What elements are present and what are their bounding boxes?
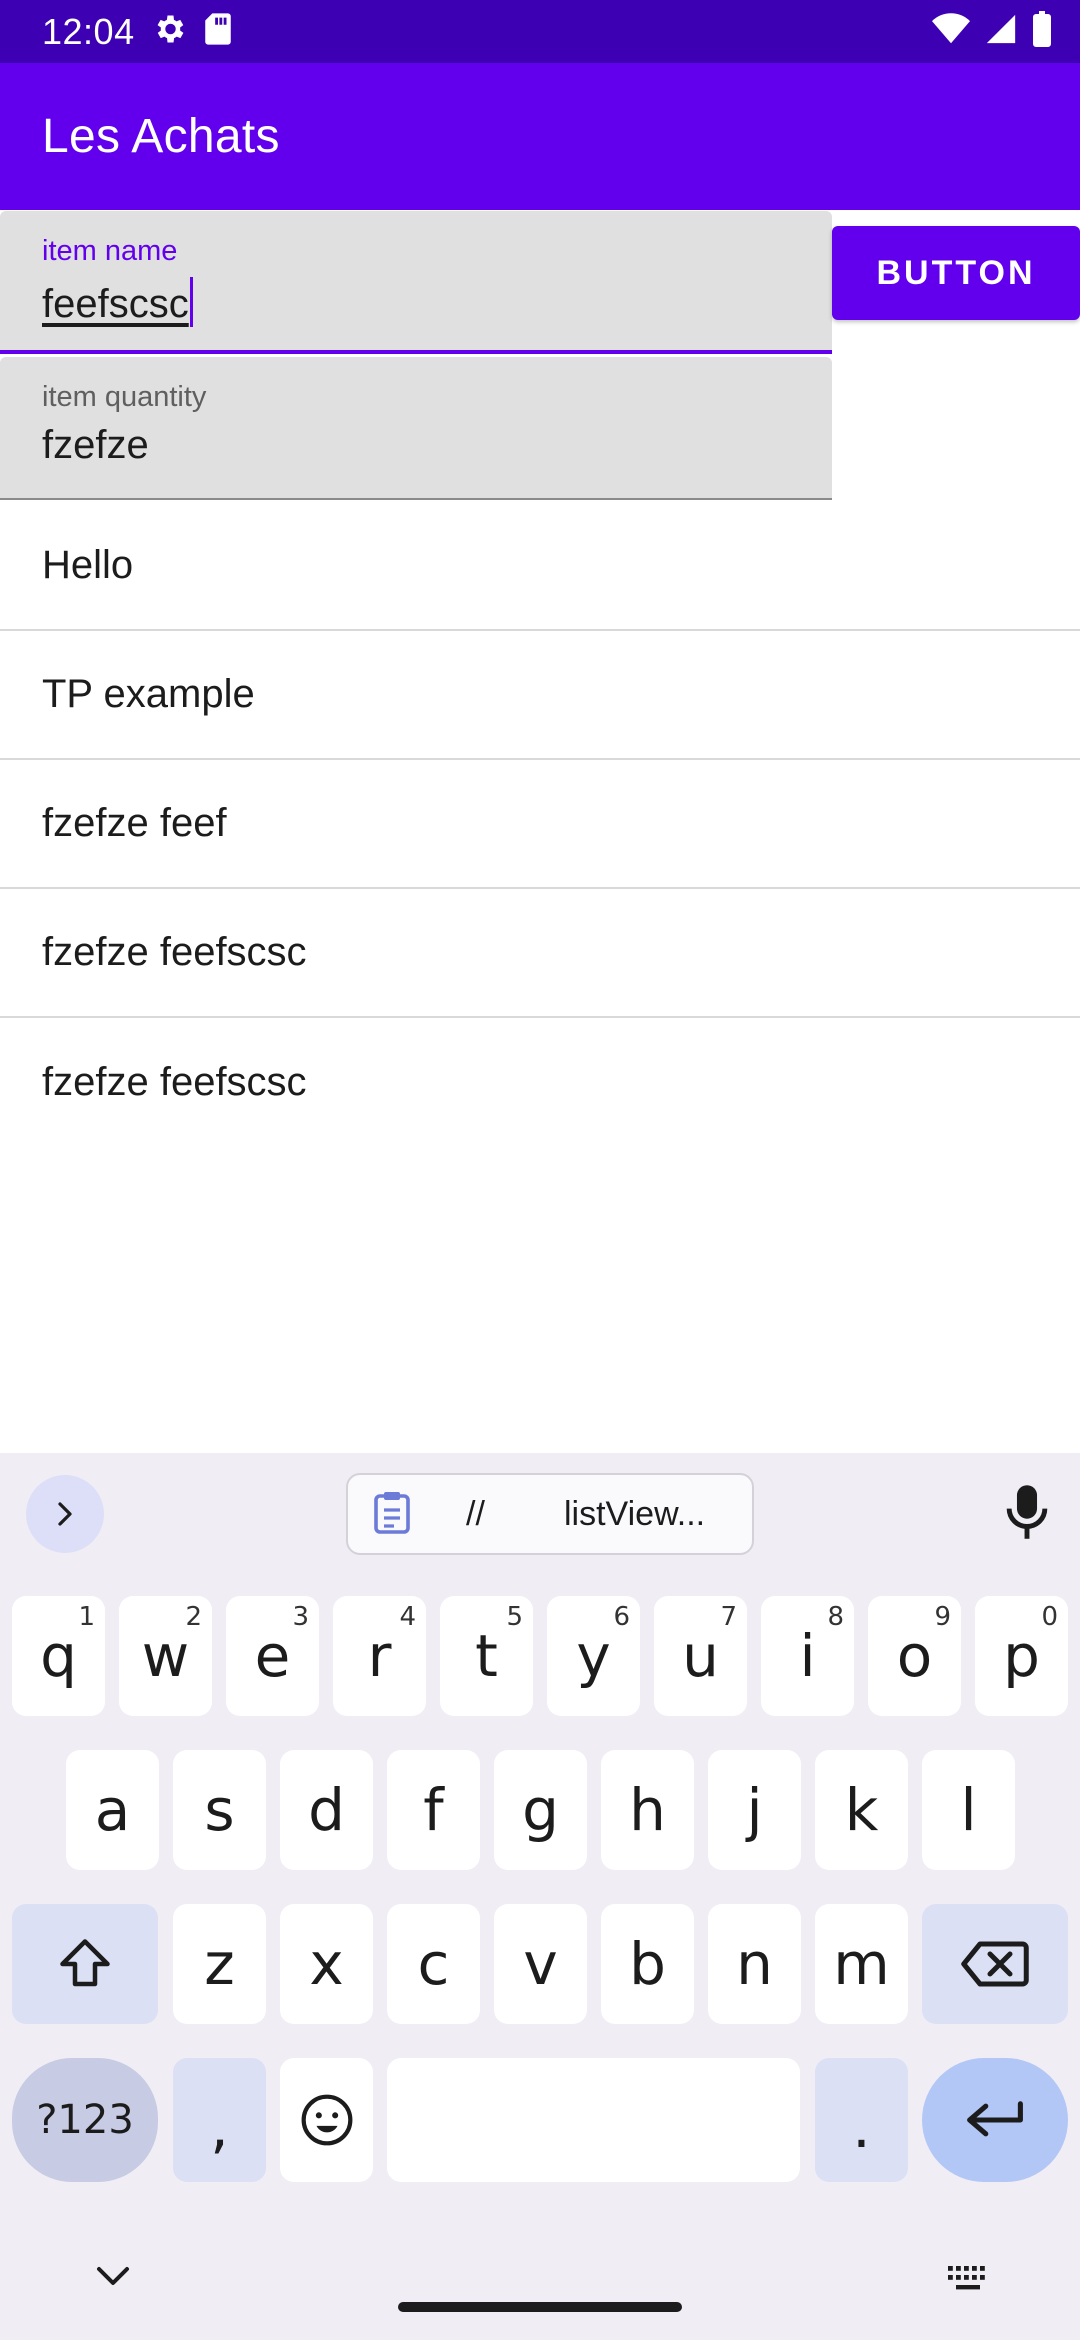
backspace-icon [961, 1941, 1029, 1987]
chevron-right-icon [58, 1502, 72, 1526]
key-p[interactable]: p0 [975, 1596, 1068, 1716]
soft-keyboard: // listView... [0, 1453, 1080, 2340]
shift-key[interactable] [12, 1904, 158, 2024]
battery-icon [1032, 11, 1052, 52]
list-item[interactable]: Hello [0, 502, 1080, 631]
item-quantity-label: item quantity [42, 381, 207, 413]
chevron-down-icon [97, 2267, 129, 2285]
item-name-value: feefscsc [42, 282, 189, 326]
status-time: 12:04 [42, 10, 135, 52]
settings-icon [151, 11, 187, 52]
wifi-icon [932, 13, 970, 50]
shift-icon [60, 1939, 110, 1987]
key-b[interactable]: b [601, 1904, 694, 2024]
key-y[interactable]: y6 [547, 1596, 640, 1716]
emoji-icon [301, 2094, 352, 2146]
key-t[interactable]: t5 [440, 1596, 533, 1716]
expand-toolbar-button[interactable] [26, 1475, 104, 1553]
mic-button[interactable] [1000, 1483, 1054, 1546]
clipboard-icon [372, 1490, 412, 1539]
key-q-hint: 1 [78, 1602, 95, 1632]
key-r-label: r [367, 1622, 392, 1690]
list-item[interactable]: fzefze feef [0, 760, 1080, 889]
key-h[interactable]: h [601, 1750, 694, 1870]
key-f[interactable]: f [387, 1750, 480, 1870]
home-gesture-handle[interactable] [398, 2302, 682, 2312]
key-a[interactable]: a [66, 1750, 159, 1870]
key-p-label: p [1003, 1622, 1040, 1690]
key-t-label: t [475, 1622, 498, 1690]
key-t-hint: 5 [506, 1602, 523, 1632]
key-k[interactable]: k [815, 1750, 908, 1870]
backspace-key[interactable] [922, 1904, 1068, 2024]
enter-key[interactable] [922, 2058, 1068, 2182]
key-m[interactable]: m [815, 1904, 908, 2024]
list-item[interactable]: fzefze feefscsc [0, 1018, 1080, 1147]
mic-icon [1006, 1485, 1048, 1539]
key-i-hint: 8 [827, 1602, 844, 1632]
key-v[interactable]: v [494, 1904, 587, 2024]
key-z[interactable]: z [173, 1904, 266, 2024]
space-key[interactable] [387, 2058, 800, 2182]
key-o[interactable]: o9 [868, 1596, 961, 1716]
key-q[interactable]: q1 [12, 1596, 105, 1716]
item-quantity-value: fzefze [42, 423, 149, 467]
key-r[interactable]: r4 [333, 1596, 426, 1716]
list-item[interactable]: fzefze feefscsc [0, 889, 1080, 1018]
key-q-label: q [40, 1622, 77, 1690]
key-w-hint: 2 [185, 1602, 202, 1632]
key-w[interactable]: w2 [119, 1596, 212, 1716]
key-l[interactable]: l [922, 1750, 1015, 1870]
signal-icon [984, 12, 1018, 51]
key-u[interactable]: u7 [654, 1596, 747, 1716]
symbols-key[interactable]: ?123 [12, 2058, 158, 2182]
keyboard-toolbar: // listView... [0, 1453, 1080, 1581]
key-y-hint: 6 [613, 1602, 630, 1632]
key-d[interactable]: d [280, 1750, 373, 1870]
comma-key[interactable]: , [173, 2058, 266, 2182]
key-e-label: e [254, 1622, 291, 1690]
clipboard-text-part1: // [466, 1494, 485, 1533]
key-e[interactable]: e3 [226, 1596, 319, 1716]
key-p-hint: 0 [1041, 1602, 1058, 1632]
app-title: Les Achats [42, 110, 280, 163]
list-item[interactable]: TP example [0, 631, 1080, 760]
key-n[interactable]: n [708, 1904, 801, 2024]
key-r-hint: 4 [399, 1602, 416, 1632]
key-s[interactable]: s [173, 1750, 266, 1870]
key-i[interactable]: i8 [761, 1596, 854, 1716]
key-w-label: w [141, 1622, 190, 1690]
key-u-hint: 7 [720, 1602, 737, 1632]
key-e-hint: 3 [292, 1602, 309, 1632]
enter-arrow-icon [967, 2101, 1023, 2137]
key-g[interactable]: g [494, 1750, 587, 1870]
app-bar: Les Achats [0, 63, 1080, 210]
sd-card-icon [203, 12, 233, 51]
add-item-button[interactable]: BUTTON [832, 226, 1080, 320]
text-cursor [189, 277, 193, 327]
period-key[interactable]: . [815, 2058, 908, 2182]
key-c[interactable]: c [387, 1904, 480, 2024]
key-o-label: o [896, 1622, 933, 1690]
key-y-label: y [576, 1622, 611, 1690]
key-x[interactable]: x [280, 1904, 373, 2024]
items-list: Hello TP example fzefze feef fzefze feef… [0, 502, 1080, 1147]
clipboard-text-part2: listView... [564, 1494, 706, 1533]
key-j[interactable]: j [708, 1750, 801, 1870]
hide-keyboard-button[interactable] [93, 2262, 133, 2297]
keyboard-switch-button[interactable] [946, 2264, 990, 2297]
keyboard-icon [948, 2266, 985, 2290]
key-i-label: i [799, 1622, 816, 1690]
item-quantity-field[interactable]: item quantity fzefze [0, 357, 832, 500]
item-name-label: item name [42, 235, 178, 267]
emoji-key[interactable] [280, 2058, 373, 2182]
item-name-field[interactable]: item name feefscsc [0, 211, 832, 354]
key-u-label: u [682, 1622, 719, 1690]
clipboard-suggestion-chip[interactable]: // listView... [346, 1473, 754, 1555]
key-o-hint: 9 [934, 1602, 951, 1632]
status-bar: 12:04 [0, 0, 1080, 63]
